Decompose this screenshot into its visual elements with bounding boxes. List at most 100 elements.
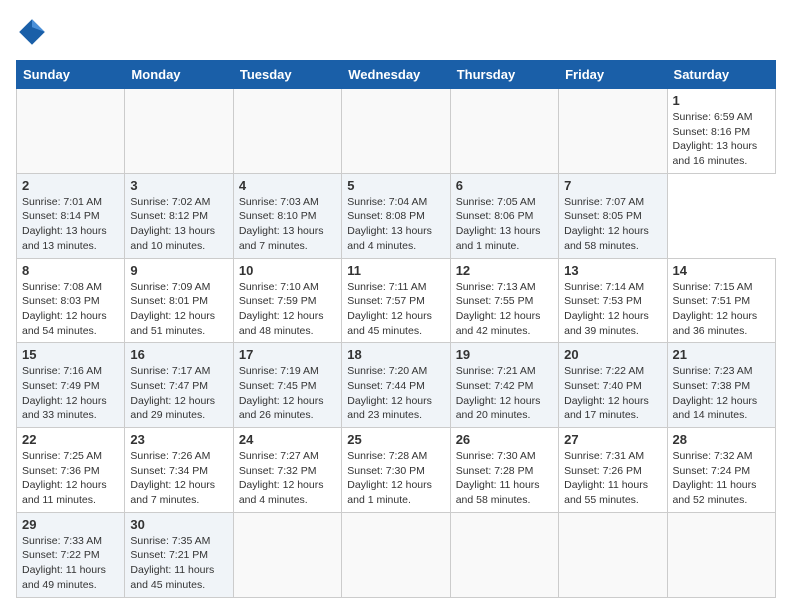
calendar-cell xyxy=(559,512,667,597)
day-detail: Sunrise: 6:59 AMSunset: 8:16 PMDaylight:… xyxy=(673,110,770,169)
calendar-cell xyxy=(342,89,450,174)
calendar-cell: 3 Sunrise: 7:02 AMSunset: 8:12 PMDayligh… xyxy=(125,173,233,258)
day-number: 8 xyxy=(22,263,119,278)
calendar-week-row: 29 Sunrise: 7:33 AMSunset: 7:22 PMDaylig… xyxy=(17,512,776,597)
day-number: 7 xyxy=(564,178,661,193)
calendar-header-row: SundayMondayTuesdayWednesdayThursdayFrid… xyxy=(17,61,776,89)
day-number: 17 xyxy=(239,347,336,362)
calendar-cell xyxy=(125,89,233,174)
day-number: 5 xyxy=(347,178,444,193)
calendar-header-saturday: Saturday xyxy=(667,61,775,89)
day-detail: Sunrise: 7:08 AMSunset: 8:03 PMDaylight:… xyxy=(22,280,119,339)
calendar-cell: 17 Sunrise: 7:19 AMSunset: 7:45 PMDaylig… xyxy=(233,343,341,428)
day-number: 26 xyxy=(456,432,553,447)
calendar-cell: 1 Sunrise: 6:59 AMSunset: 8:16 PMDayligh… xyxy=(667,89,775,174)
day-number: 12 xyxy=(456,263,553,278)
calendar-week-row: 2 Sunrise: 7:01 AMSunset: 8:14 PMDayligh… xyxy=(17,173,776,258)
calendar-cell: 8 Sunrise: 7:08 AMSunset: 8:03 PMDayligh… xyxy=(17,258,125,343)
day-number: 20 xyxy=(564,347,661,362)
day-detail: Sunrise: 7:19 AMSunset: 7:45 PMDaylight:… xyxy=(239,364,336,423)
logo xyxy=(16,16,52,48)
day-detail: Sunrise: 7:35 AMSunset: 7:21 PMDaylight:… xyxy=(130,534,227,593)
calendar-header-tuesday: Tuesday xyxy=(233,61,341,89)
day-detail: Sunrise: 7:17 AMSunset: 7:47 PMDaylight:… xyxy=(130,364,227,423)
calendar-cell: 29 Sunrise: 7:33 AMSunset: 7:22 PMDaylig… xyxy=(17,512,125,597)
day-detail: Sunrise: 7:01 AMSunset: 8:14 PMDaylight:… xyxy=(22,195,119,254)
calendar-cell: 28 Sunrise: 7:32 AMSunset: 7:24 PMDaylig… xyxy=(667,428,775,513)
calendar-cell xyxy=(342,512,450,597)
day-detail: Sunrise: 7:28 AMSunset: 7:30 PMDaylight:… xyxy=(347,449,444,508)
calendar-cell: 6 Sunrise: 7:05 AMSunset: 8:06 PMDayligh… xyxy=(450,173,558,258)
calendar-header-monday: Monday xyxy=(125,61,233,89)
day-number: 23 xyxy=(130,432,227,447)
calendar-cell: 27 Sunrise: 7:31 AMSunset: 7:26 PMDaylig… xyxy=(559,428,667,513)
calendar-week-row: 8 Sunrise: 7:08 AMSunset: 8:03 PMDayligh… xyxy=(17,258,776,343)
calendar-body: 1 Sunrise: 6:59 AMSunset: 8:16 PMDayligh… xyxy=(17,89,776,598)
calendar-cell: 26 Sunrise: 7:30 AMSunset: 7:28 PMDaylig… xyxy=(450,428,558,513)
day-detail: Sunrise: 7:23 AMSunset: 7:38 PMDaylight:… xyxy=(673,364,770,423)
calendar-cell: 2 Sunrise: 7:01 AMSunset: 8:14 PMDayligh… xyxy=(17,173,125,258)
day-number: 24 xyxy=(239,432,336,447)
day-detail: Sunrise: 7:25 AMSunset: 7:36 PMDaylight:… xyxy=(22,449,119,508)
day-number: 14 xyxy=(673,263,770,278)
calendar-header-wednesday: Wednesday xyxy=(342,61,450,89)
calendar-table: SundayMondayTuesdayWednesdayThursdayFrid… xyxy=(16,60,776,598)
day-detail: Sunrise: 7:26 AMSunset: 7:34 PMDaylight:… xyxy=(130,449,227,508)
day-detail: Sunrise: 7:16 AMSunset: 7:49 PMDaylight:… xyxy=(22,364,119,423)
day-number: 27 xyxy=(564,432,661,447)
calendar-header-friday: Friday xyxy=(559,61,667,89)
calendar-cell: 5 Sunrise: 7:04 AMSunset: 8:08 PMDayligh… xyxy=(342,173,450,258)
day-number: 21 xyxy=(673,347,770,362)
calendar-cell: 12 Sunrise: 7:13 AMSunset: 7:55 PMDaylig… xyxy=(450,258,558,343)
calendar-cell: 20 Sunrise: 7:22 AMSunset: 7:40 PMDaylig… xyxy=(559,343,667,428)
day-detail: Sunrise: 7:09 AMSunset: 8:01 PMDaylight:… xyxy=(130,280,227,339)
calendar-cell: 21 Sunrise: 7:23 AMSunset: 7:38 PMDaylig… xyxy=(667,343,775,428)
day-number: 28 xyxy=(673,432,770,447)
calendar-cell: 23 Sunrise: 7:26 AMSunset: 7:34 PMDaylig… xyxy=(125,428,233,513)
calendar-header-thursday: Thursday xyxy=(450,61,558,89)
calendar-cell: 13 Sunrise: 7:14 AMSunset: 7:53 PMDaylig… xyxy=(559,258,667,343)
calendar-header-sunday: Sunday xyxy=(17,61,125,89)
calendar-cell xyxy=(233,89,341,174)
day-number: 1 xyxy=(673,93,770,108)
day-detail: Sunrise: 7:27 AMSunset: 7:32 PMDaylight:… xyxy=(239,449,336,508)
day-detail: Sunrise: 7:07 AMSunset: 8:05 PMDaylight:… xyxy=(564,195,661,254)
day-number: 15 xyxy=(22,347,119,362)
day-number: 30 xyxy=(130,517,227,532)
calendar-cell: 24 Sunrise: 7:27 AMSunset: 7:32 PMDaylig… xyxy=(233,428,341,513)
day-number: 4 xyxy=(239,178,336,193)
calendar-cell: 9 Sunrise: 7:09 AMSunset: 8:01 PMDayligh… xyxy=(125,258,233,343)
day-detail: Sunrise: 7:05 AMSunset: 8:06 PMDaylight:… xyxy=(456,195,553,254)
calendar-cell xyxy=(450,512,558,597)
day-number: 29 xyxy=(22,517,119,532)
calendar-cell: 11 Sunrise: 7:11 AMSunset: 7:57 PMDaylig… xyxy=(342,258,450,343)
day-number: 16 xyxy=(130,347,227,362)
calendar-cell xyxy=(233,512,341,597)
day-detail: Sunrise: 7:04 AMSunset: 8:08 PMDaylight:… xyxy=(347,195,444,254)
calendar-cell: 18 Sunrise: 7:20 AMSunset: 7:44 PMDaylig… xyxy=(342,343,450,428)
day-detail: Sunrise: 7:11 AMSunset: 7:57 PMDaylight:… xyxy=(347,280,444,339)
calendar-cell: 7 Sunrise: 7:07 AMSunset: 8:05 PMDayligh… xyxy=(559,173,667,258)
day-number: 6 xyxy=(456,178,553,193)
day-detail: Sunrise: 7:33 AMSunset: 7:22 PMDaylight:… xyxy=(22,534,119,593)
page-header xyxy=(16,16,776,48)
calendar-cell: 30 Sunrise: 7:35 AMSunset: 7:21 PMDaylig… xyxy=(125,512,233,597)
day-detail: Sunrise: 7:14 AMSunset: 7:53 PMDaylight:… xyxy=(564,280,661,339)
calendar-week-row: 22 Sunrise: 7:25 AMSunset: 7:36 PMDaylig… xyxy=(17,428,776,513)
calendar-cell: 25 Sunrise: 7:28 AMSunset: 7:30 PMDaylig… xyxy=(342,428,450,513)
day-number: 19 xyxy=(456,347,553,362)
day-number: 18 xyxy=(347,347,444,362)
day-detail: Sunrise: 7:22 AMSunset: 7:40 PMDaylight:… xyxy=(564,364,661,423)
calendar-cell: 16 Sunrise: 7:17 AMSunset: 7:47 PMDaylig… xyxy=(125,343,233,428)
logo-icon xyxy=(16,16,48,48)
calendar-cell: 10 Sunrise: 7:10 AMSunset: 7:59 PMDaylig… xyxy=(233,258,341,343)
day-detail: Sunrise: 7:21 AMSunset: 7:42 PMDaylight:… xyxy=(456,364,553,423)
calendar-cell: 22 Sunrise: 7:25 AMSunset: 7:36 PMDaylig… xyxy=(17,428,125,513)
day-detail: Sunrise: 7:32 AMSunset: 7:24 PMDaylight:… xyxy=(673,449,770,508)
day-detail: Sunrise: 7:13 AMSunset: 7:55 PMDaylight:… xyxy=(456,280,553,339)
calendar-cell: 19 Sunrise: 7:21 AMSunset: 7:42 PMDaylig… xyxy=(450,343,558,428)
day-detail: Sunrise: 7:20 AMSunset: 7:44 PMDaylight:… xyxy=(347,364,444,423)
day-number: 3 xyxy=(130,178,227,193)
day-detail: Sunrise: 7:03 AMSunset: 8:10 PMDaylight:… xyxy=(239,195,336,254)
day-number: 2 xyxy=(22,178,119,193)
